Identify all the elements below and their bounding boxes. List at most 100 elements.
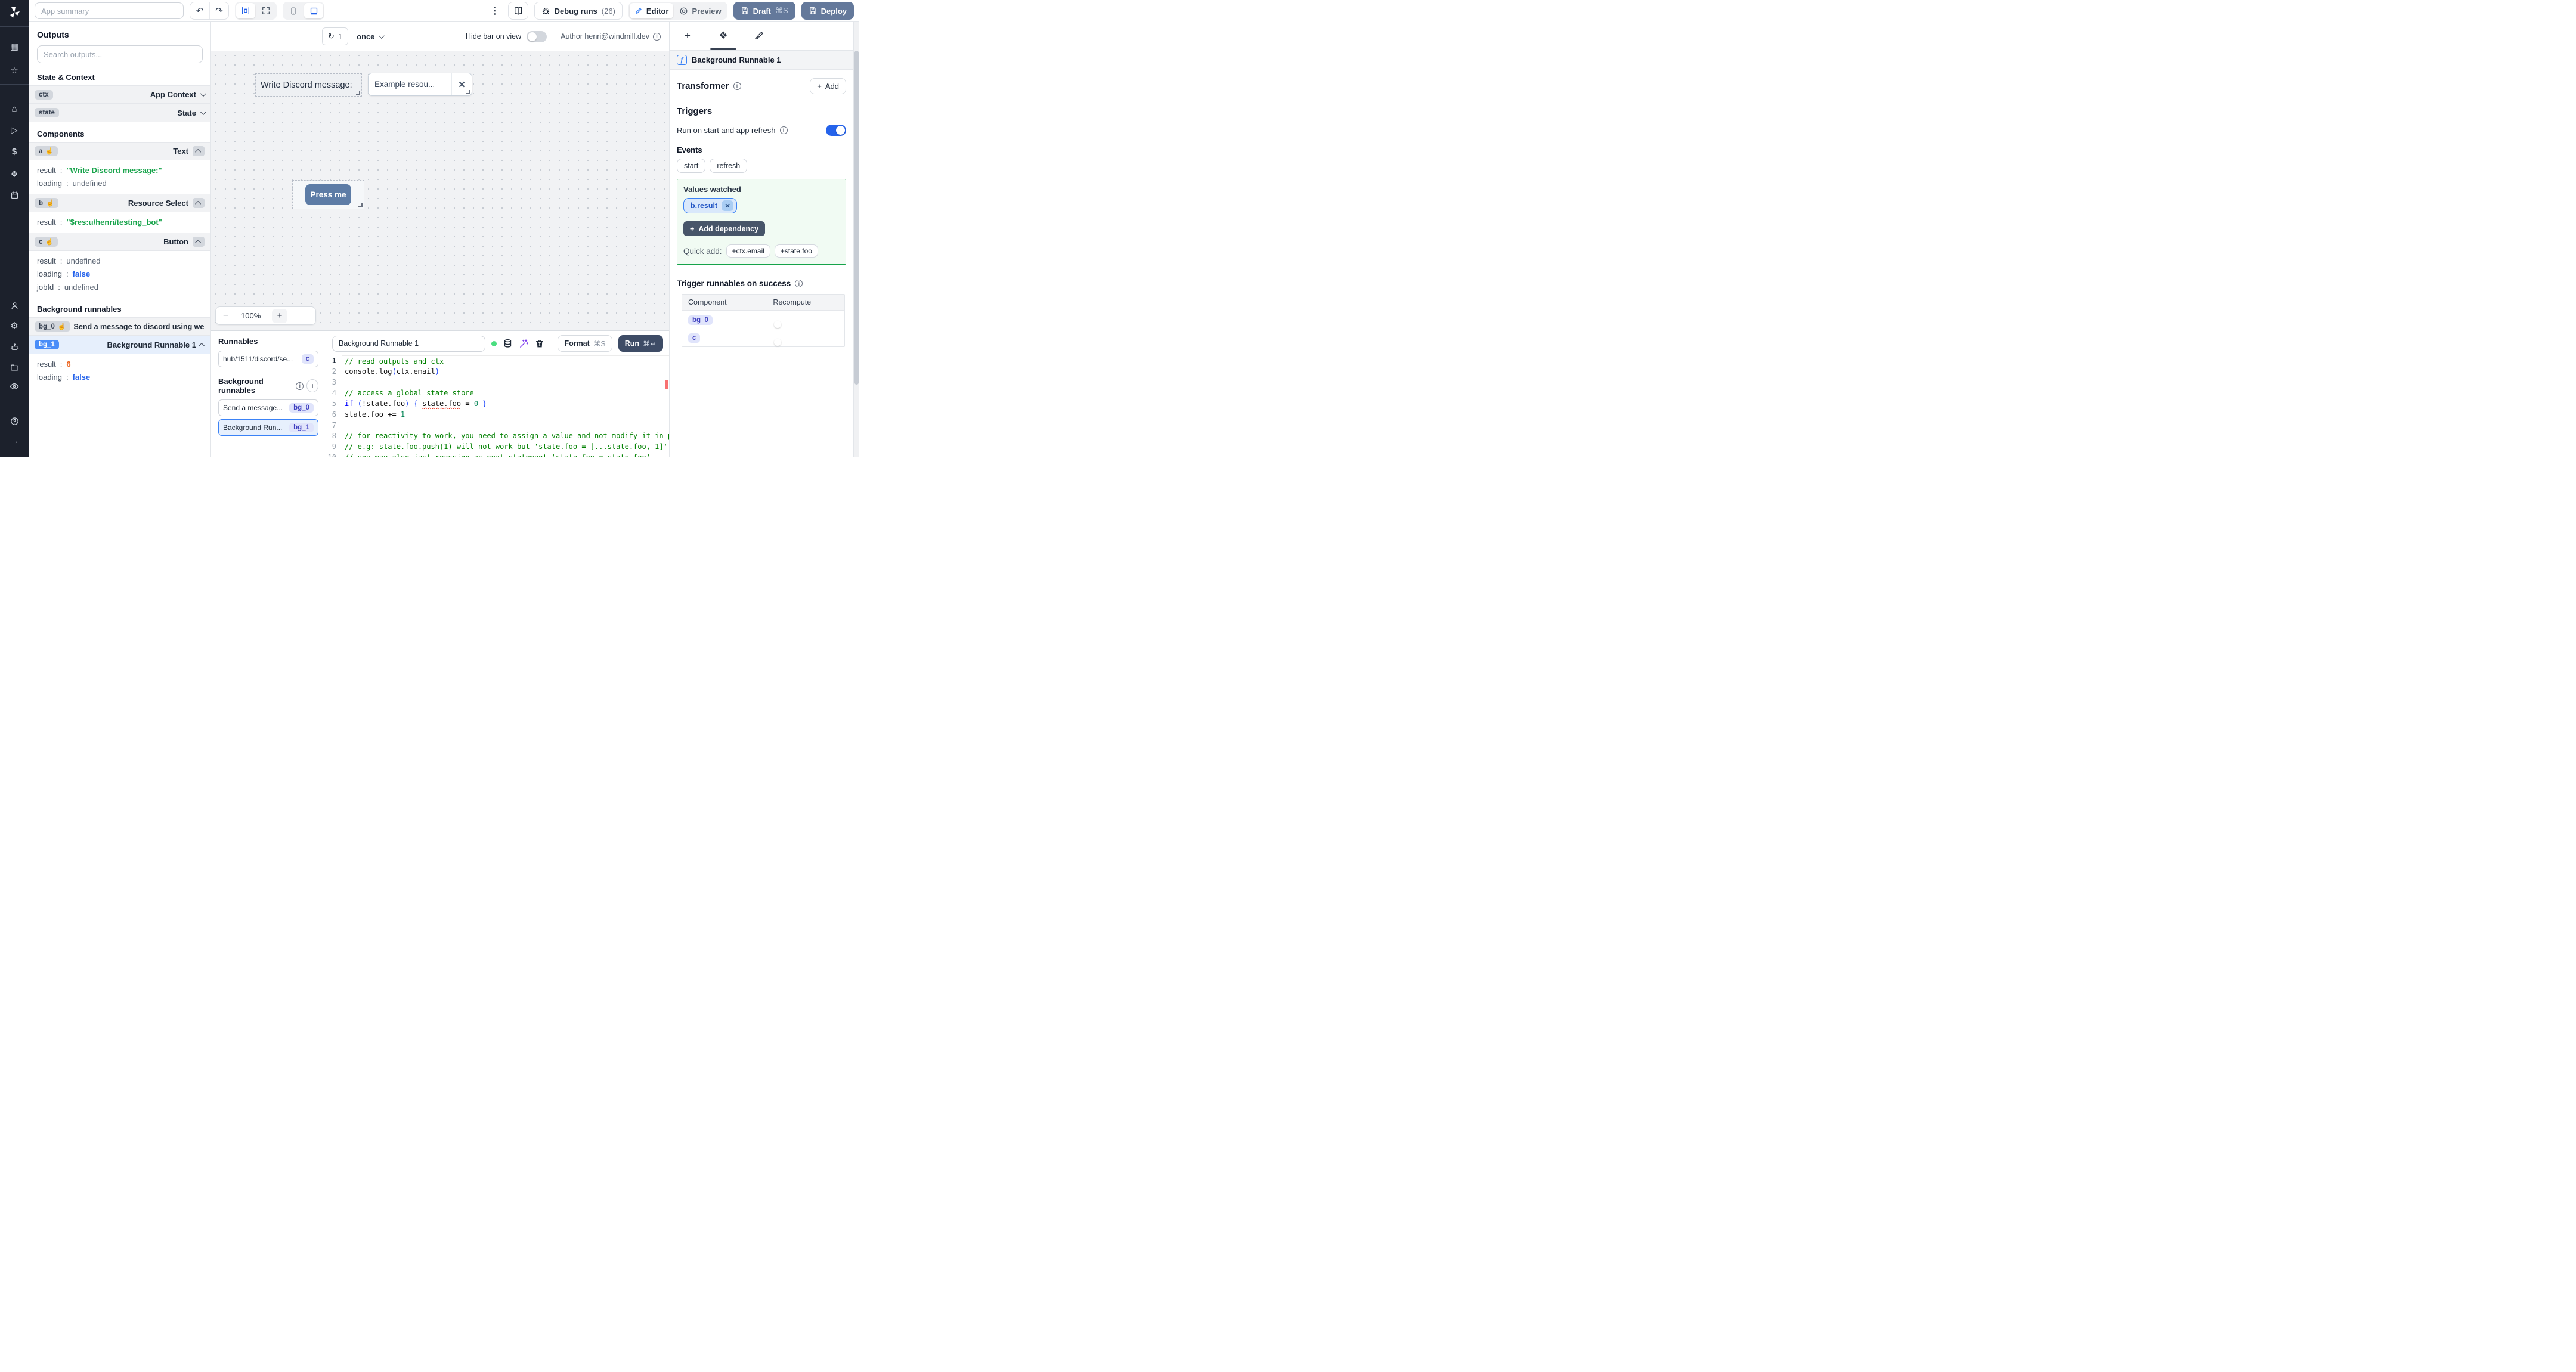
- component-row-b[interactable]: b ☝ Resource Select: [29, 194, 210, 212]
- event-chip-refresh[interactable]: refresh: [710, 159, 748, 173]
- chevron-down-icon[interactable]: [200, 109, 206, 115]
- refresh-count-button[interactable]: ↻ 1: [322, 27, 349, 45]
- selected-runnable-header: f Background Runnable 1: [670, 51, 853, 70]
- resize-handle[interactable]: [466, 90, 470, 94]
- collapse-button[interactable]: [193, 198, 205, 208]
- center-align-button[interactable]: [236, 3, 255, 18]
- help-icon[interactable]: [0, 416, 29, 426]
- format-button[interactable]: Format ⌘S: [558, 335, 612, 352]
- text-component[interactable]: Write Discord message:: [255, 73, 362, 97]
- component-badge: bg_0: [688, 315, 713, 325]
- ai-wand-icon[interactable]: [519, 339, 529, 349]
- scrollbar-thumb[interactable]: [854, 51, 859, 385]
- fullscreen-icon[interactable]: [256, 3, 275, 18]
- ctx-row[interactable]: ctx App Context: [29, 85, 210, 104]
- window-scrollbar[interactable]: [853, 22, 859, 457]
- app-canvas[interactable]: Write Discord message: Example resou... …: [211, 51, 669, 330]
- folder-icon[interactable]: [0, 362, 29, 373]
- info-icon[interactable]: i: [296, 382, 304, 390]
- top-toolbar: ↶ ↷ ⋮ Debug runs (26) Editor: [29, 0, 859, 22]
- quick-add-ctx-email[interactable]: +ctx.email: [726, 244, 770, 258]
- add-bg-runnable-button[interactable]: +: [306, 379, 318, 392]
- schedules-calendar-icon[interactable]: [0, 190, 29, 200]
- chevron-down-icon[interactable]: [200, 91, 206, 97]
- runnable-item-badge: bg_0: [289, 403, 314, 413]
- press-me-button[interactable]: Press me: [305, 184, 351, 205]
- bg0-row[interactable]: bg_0 ☝ Send a message to discord using we…: [29, 317, 210, 336]
- component-c-id: c: [39, 238, 43, 246]
- audit-eye-icon[interactable]: [0, 381, 29, 392]
- apps-grid-icon[interactable]: ▦: [0, 42, 29, 52]
- zoom-out-button[interactable]: −: [223, 311, 241, 321]
- runnable-item-bg1-selected[interactable]: Background Run... bg_1: [218, 419, 318, 436]
- variables-dollar-icon[interactable]: $: [0, 147, 29, 157]
- info-icon[interactable]: i: [779, 126, 788, 134]
- mobile-icon[interactable]: [284, 3, 303, 18]
- transformer-heading: Transformer: [677, 81, 729, 91]
- runs-play-icon[interactable]: ▷: [0, 125, 29, 136]
- run-on-start-toggle[interactable]: [826, 125, 846, 136]
- collapse-arrow-icon[interactable]: →: [0, 436, 29, 447]
- component-a-type: Text: [173, 147, 188, 156]
- runnable-item[interactable]: hub/1511/discord/se... c: [218, 351, 318, 367]
- hide-bar-toggle[interactable]: [527, 30, 547, 42]
- delete-trash-icon[interactable]: [535, 339, 544, 348]
- run-button[interactable]: Run ⌘↵: [618, 335, 663, 352]
- user-icon[interactable]: [0, 300, 29, 311]
- code-line: 4// access a global state store: [326, 388, 669, 398]
- info-icon[interactable]: i: [795, 280, 803, 287]
- runnable-item-badge: bg_1: [289, 423, 314, 432]
- resize-handle[interactable]: [358, 203, 363, 207]
- redo-icon[interactable]: ↷: [209, 2, 228, 19]
- component-row-c[interactable]: c ☝ Button: [29, 233, 210, 251]
- collapse-button[interactable]: [193, 146, 205, 156]
- resources-cubes-icon[interactable]: ❖: [0, 169, 29, 180]
- resize-handle[interactable]: [356, 91, 360, 95]
- draft-shortcut: ⌘S: [775, 6, 788, 15]
- search-outputs-input[interactable]: [37, 45, 203, 63]
- debug-runs-button[interactable]: Debug runs (26): [534, 2, 623, 20]
- runnable-item-bg0[interactable]: Send a message... bg_0: [218, 399, 318, 416]
- add-dependency-button[interactable]: + Add dependency: [683, 221, 766, 236]
- zoom-in-button[interactable]: +: [272, 308, 287, 323]
- bg1-row[interactable]: bg_1 Background Runnable 1: [29, 336, 210, 354]
- code-area[interactable]: 1// read outputs and ctx 2 console.log(ct…: [326, 355, 669, 457]
- remove-watched-icon[interactable]: ✕: [722, 200, 734, 211]
- more-menu-icon[interactable]: ⋮: [488, 5, 502, 17]
- desktop-icon[interactable]: [304, 3, 323, 18]
- home-icon[interactable]: ⌂: [0, 104, 29, 114]
- runnable-name-input[interactable]: [332, 335, 485, 352]
- chevron-up-icon[interactable]: [199, 342, 205, 349]
- workers-robot-icon[interactable]: [0, 342, 29, 352]
- device-group: [283, 2, 324, 20]
- add-transformer-button[interactable]: + Add: [810, 78, 846, 94]
- tab-editor[interactable]: Editor: [629, 3, 674, 18]
- prop-value: "Write Discord message:": [66, 165, 162, 175]
- tab-preview[interactable]: Preview: [674, 3, 726, 18]
- undo-icon[interactable]: ↶: [190, 2, 209, 19]
- frequency-dropdown[interactable]: once: [357, 32, 385, 41]
- button-component-container[interactable]: Press me: [292, 180, 364, 209]
- collapse-button[interactable]: [193, 237, 205, 247]
- event-chip-start[interactable]: start: [677, 159, 706, 173]
- info-icon[interactable]: i: [733, 82, 741, 90]
- pointer-hand-icon: ☝: [45, 239, 54, 246]
- tab-insert-plus[interactable]: +: [670, 22, 705, 49]
- component-row-a[interactable]: a ☝ Text: [29, 142, 210, 160]
- tab-style-brush[interactable]: [741, 22, 777, 49]
- resource-select-component[interactable]: Example resou... ✕: [368, 73, 472, 96]
- tab-connections-diamond[interactable]: ❖: [705, 22, 741, 49]
- cache-db-icon[interactable]: [503, 339, 513, 349]
- draft-button[interactable]: Draft ⌘S: [733, 2, 795, 20]
- settings-gear-icon[interactable]: ⚙: [0, 321, 29, 332]
- app-summary-input[interactable]: [35, 2, 184, 19]
- windmill-logo-icon[interactable]: [0, 5, 29, 20]
- ctx-badge: ctx: [35, 89, 53, 100]
- watched-value-chip[interactable]: b.result ✕: [683, 198, 738, 213]
- state-row[interactable]: state State: [29, 104, 210, 122]
- info-icon[interactable]: i: [653, 32, 661, 41]
- deploy-button[interactable]: Deploy: [801, 2, 854, 20]
- star-icon[interactable]: ☆: [0, 66, 29, 76]
- quick-add-state-foo[interactable]: +state.foo: [774, 244, 818, 258]
- docs-book-button[interactable]: [507, 2, 528, 20]
